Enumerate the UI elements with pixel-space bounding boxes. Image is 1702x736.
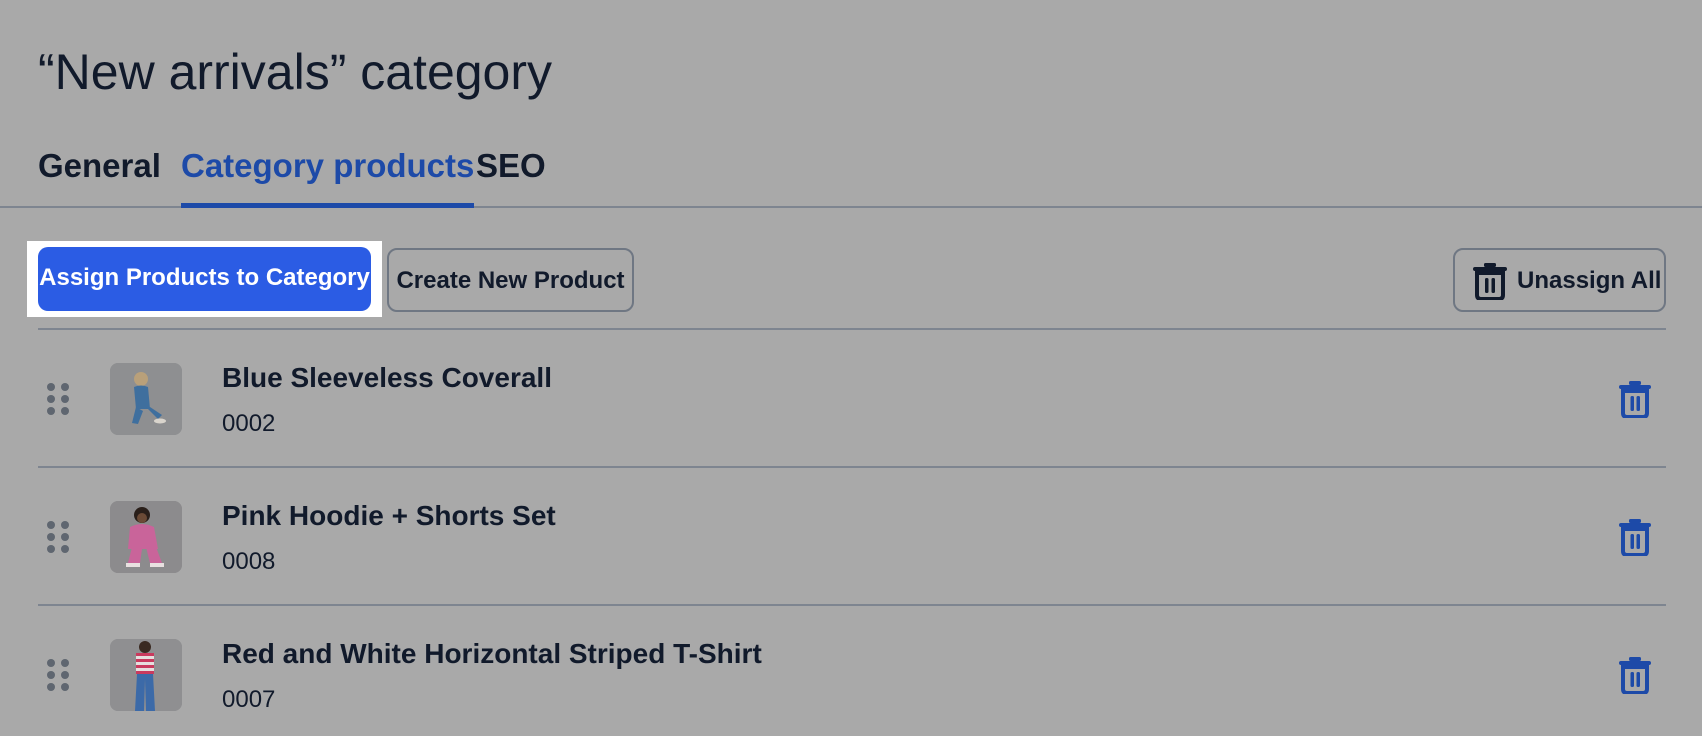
product-row: Red and White Horizontal Striped T-Shirt…	[38, 604, 1666, 736]
product-sku: 0002	[222, 410, 276, 437]
drag-handle-icon[interactable]	[46, 658, 70, 692]
product-thumbnail	[110, 363, 182, 435]
product-thumbnail	[110, 501, 182, 573]
remove-product-trash-icon[interactable]	[1618, 518, 1652, 556]
product-name[interactable]: Red and White Horizontal Striped T-Shirt	[222, 636, 762, 672]
drag-handle-icon[interactable]	[46, 382, 70, 416]
product-list: Blue Sleeveless Coverall 0002 Pink Hoodi…	[38, 328, 1666, 736]
assign-products-button[interactable]: Assign Products to Category	[38, 247, 371, 311]
tab-general[interactable]: General	[38, 144, 161, 206]
child-striped-tshirt-photo	[110, 639, 182, 711]
tab-category-products[interactable]: Category products	[181, 144, 475, 208]
category-page: “New arrivals” category General Category…	[0, 0, 1702, 736]
product-row: Pink Hoodie + Shorts Set 0008	[38, 466, 1666, 604]
remove-product-trash-icon[interactable]	[1618, 656, 1652, 694]
product-sku: 0007	[222, 686, 276, 713]
child-blue-coverall-photo	[110, 363, 182, 435]
unassign-all-label: Unassign All	[1517, 267, 1662, 294]
product-name[interactable]: Blue Sleeveless Coverall	[222, 360, 552, 396]
drag-handle-icon[interactable]	[46, 520, 70, 554]
unassign-all-button[interactable]: Unassign All	[1453, 248, 1666, 312]
trash-icon	[1473, 263, 1507, 300]
create-new-product-button[interactable]: Create New Product	[387, 248, 634, 312]
product-sku: 0008	[222, 548, 276, 575]
child-pink-hoodie-photo	[110, 501, 182, 573]
tab-seo[interactable]: SEO	[476, 144, 546, 206]
tab-bar: General Category products SEO	[0, 134, 1702, 208]
product-thumbnail	[110, 639, 182, 711]
page-title: “New arrivals” category	[38, 44, 553, 100]
product-row: Blue Sleeveless Coverall 0002	[38, 328, 1666, 466]
remove-product-trash-icon[interactable]	[1618, 380, 1652, 418]
product-name[interactable]: Pink Hoodie + Shorts Set	[222, 498, 556, 534]
